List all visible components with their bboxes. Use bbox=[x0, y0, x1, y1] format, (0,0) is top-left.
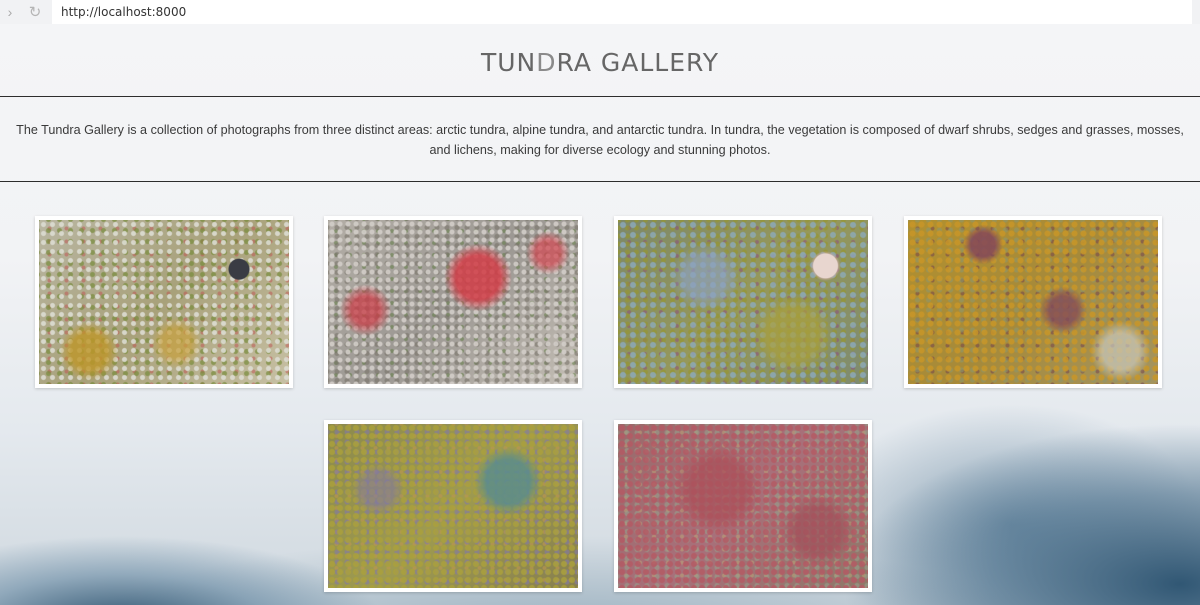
photo-image bbox=[618, 424, 868, 588]
photo-image bbox=[328, 424, 578, 588]
gallery-photo[interactable] bbox=[35, 216, 293, 388]
browser-toolbar: › ↻ http://localhost:8000 bbox=[0, 0, 1200, 24]
address-bar[interactable]: http://localhost:8000 bbox=[52, 0, 1192, 24]
gallery-page: TUNDRA GALLERY The Tundra Gallery is a c… bbox=[0, 24, 1200, 605]
bottom-divider bbox=[0, 181, 1200, 182]
title-highlight: D bbox=[536, 48, 557, 77]
title-end: RA GALLERY bbox=[556, 48, 720, 77]
page-title: TUNDRA GALLERY bbox=[0, 48, 1200, 77]
chevron-right-icon[interactable]: › bbox=[0, 0, 20, 24]
top-divider bbox=[0, 96, 1200, 97]
photo-image bbox=[39, 220, 289, 384]
gallery-photo[interactable] bbox=[324, 216, 582, 388]
photo-image bbox=[908, 220, 1158, 384]
photo-image bbox=[328, 220, 578, 384]
gallery-photo[interactable] bbox=[614, 420, 872, 592]
title-start: TUN bbox=[480, 48, 537, 77]
reload-icon[interactable]: ↻ bbox=[20, 0, 50, 24]
gallery-photo[interactable] bbox=[614, 216, 872, 388]
gallery-description: The Tundra Gallery is a collection of ph… bbox=[16, 123, 1184, 157]
photo-image bbox=[618, 220, 868, 384]
gallery-photo[interactable] bbox=[904, 216, 1162, 388]
gallery-photo[interactable] bbox=[324, 420, 582, 592]
